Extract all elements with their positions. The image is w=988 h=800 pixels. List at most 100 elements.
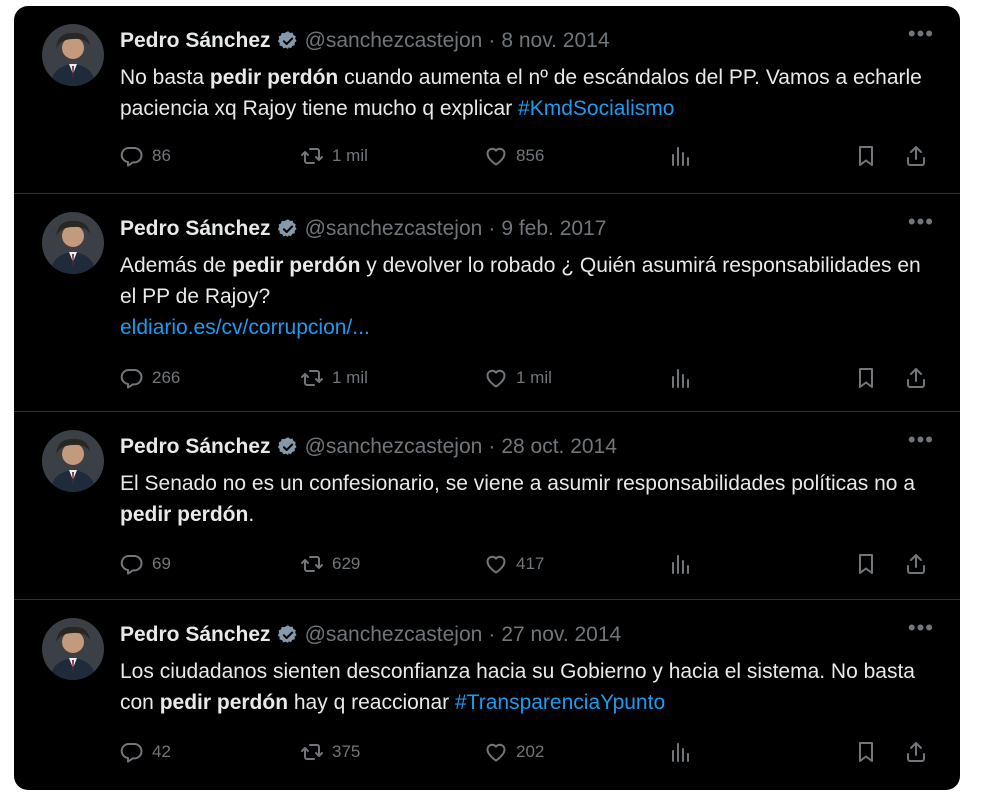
hashtag-link[interactable]: #TransparenciaYpunto [455, 691, 665, 714]
retweet-icon [301, 556, 323, 572]
retweet-count: 375 [332, 742, 361, 761]
retweet-icon [301, 744, 323, 760]
reply-button[interactable]: 86 [120, 144, 171, 168]
separator: · [488, 217, 496, 240]
views-button[interactable] [668, 144, 692, 168]
retweet-button[interactable]: 1 mil [300, 366, 368, 390]
retweet-icon [301, 148, 323, 164]
tweet-text: El Senado no es un confesionario, se vie… [120, 468, 936, 530]
bookmark-button[interactable] [854, 740, 878, 764]
bookmark-icon [859, 146, 873, 166]
bookmark-button[interactable] [854, 144, 878, 168]
share-icon [907, 554, 925, 574]
tweet[interactable]: Pedro Sánchez @sanchezcastejon · 28 oct.… [14, 412, 960, 600]
avatar[interactable] [42, 430, 104, 492]
text-segment: . [248, 503, 255, 526]
share-button[interactable] [904, 740, 928, 764]
heart-icon [486, 369, 506, 388]
tweet-date[interactable]: 9 feb. 2017 [501, 217, 606, 241]
reply-count: 42 [152, 742, 171, 761]
url-link[interactable]: eldiario.es/cv/corrupcion/... [120, 316, 370, 339]
retweet-button[interactable]: 629 [300, 552, 360, 576]
tweet[interactable]: Pedro Sánchez @sanchezcastejon · 8 nov. … [14, 6, 960, 194]
share-button[interactable] [904, 366, 928, 390]
reply-button[interactable]: 266 [120, 366, 180, 390]
share-icon [907, 146, 925, 166]
views-icon [672, 147, 689, 166]
like-count: 417 [516, 554, 545, 573]
text-segment: No basta [120, 66, 210, 89]
action-bar: 266 1 mil 1 mil [120, 366, 940, 396]
reply-button[interactable]: 69 [120, 552, 171, 576]
more-icon[interactable]: ••• [908, 211, 934, 233]
like-count: 856 [516, 146, 545, 165]
views-icon [672, 743, 689, 762]
separator: · [488, 29, 496, 52]
bookmark-button[interactable] [854, 366, 878, 390]
bookmark-button[interactable] [854, 552, 878, 576]
reply-icon [120, 554, 143, 575]
tweet[interactable]: Pedro Sánchez @sanchezcastejon · 27 nov.… [14, 600, 960, 790]
author-handle[interactable]: @sanchezcastejon [305, 217, 483, 241]
author-handle[interactable]: @sanchezcastejon [305, 623, 483, 647]
share-icon [907, 742, 925, 762]
more-icon[interactable]: ••• [908, 23, 934, 45]
verified-badge-icon [277, 218, 299, 240]
text-segment: Además de [120, 254, 233, 277]
tweet-date[interactable]: 28 oct. 2014 [501, 435, 617, 459]
share-button[interactable] [904, 144, 928, 168]
views-button[interactable] [668, 740, 692, 764]
like-count: 1 mil [516, 368, 552, 387]
action-bar: 86 1 mil 856 [120, 144, 940, 174]
reply-count: 266 [152, 368, 181, 387]
tweet-text: No basta pedir perdón cuando aumenta el … [120, 62, 936, 124]
separator: · [488, 623, 496, 646]
like-button[interactable]: 202 [484, 740, 544, 764]
retweet-button[interactable]: 375 [300, 740, 360, 764]
like-count: 202 [516, 742, 545, 761]
author-name[interactable]: Pedro Sánchez [120, 623, 271, 647]
like-button[interactable]: 1 mil [484, 366, 552, 390]
views-icon [672, 555, 689, 574]
action-bar: 42 375 202 [120, 740, 940, 770]
reply-icon [120, 742, 143, 763]
views-button[interactable] [668, 366, 692, 390]
reply-count: 86 [152, 146, 171, 165]
views-icon [672, 369, 689, 388]
heart-icon [486, 555, 506, 574]
bold-phrase: pedir perdón [232, 254, 361, 277]
bold-phrase: pedir perdón [120, 503, 249, 526]
author-name[interactable]: Pedro Sánchez [120, 29, 271, 53]
verified-badge-icon [277, 436, 299, 458]
like-button[interactable]: 856 [484, 144, 544, 168]
avatar[interactable] [42, 24, 104, 86]
tweet-text: Además de pedir perdón y devolver lo rob… [120, 250, 936, 343]
like-button[interactable]: 417 [484, 552, 544, 576]
author-name[interactable]: Pedro Sánchez [120, 435, 271, 459]
retweet-icon [301, 370, 323, 386]
heart-icon [486, 743, 506, 762]
bold-phrase: pedir perdón [209, 66, 339, 89]
author-handle[interactable]: @sanchezcastejon [305, 435, 483, 459]
author-handle[interactable]: @sanchezcastejon [305, 29, 483, 53]
tweet-text: Los ciudadanos sienten desconfianza haci… [120, 656, 936, 718]
retweet-count: 1 mil [332, 368, 368, 387]
tweet[interactable]: Pedro Sánchez @sanchezcastejon · 9 feb. … [14, 194, 960, 412]
avatar[interactable] [42, 212, 104, 274]
verified-badge-icon [277, 30, 299, 52]
reply-button[interactable]: 42 [120, 740, 171, 764]
text-segment: El Senado no es un confesionario, se vie… [120, 472, 915, 495]
hashtag-link[interactable]: #KmdSocialismo [518, 97, 674, 120]
more-icon[interactable]: ••• [908, 617, 934, 639]
bookmark-icon [859, 742, 873, 762]
author-name[interactable]: Pedro Sánchez [120, 217, 271, 241]
tweet-date[interactable]: 8 nov. 2014 [501, 29, 609, 53]
bookmark-icon [859, 368, 873, 388]
retweet-button[interactable]: 1 mil [300, 144, 368, 168]
views-button[interactable] [668, 552, 692, 576]
more-icon[interactable]: ••• [908, 429, 934, 451]
avatar[interactable] [42, 618, 104, 680]
tweet-date[interactable]: 27 nov. 2014 [501, 623, 621, 647]
share-button[interactable] [904, 552, 928, 576]
heart-icon [486, 147, 506, 166]
